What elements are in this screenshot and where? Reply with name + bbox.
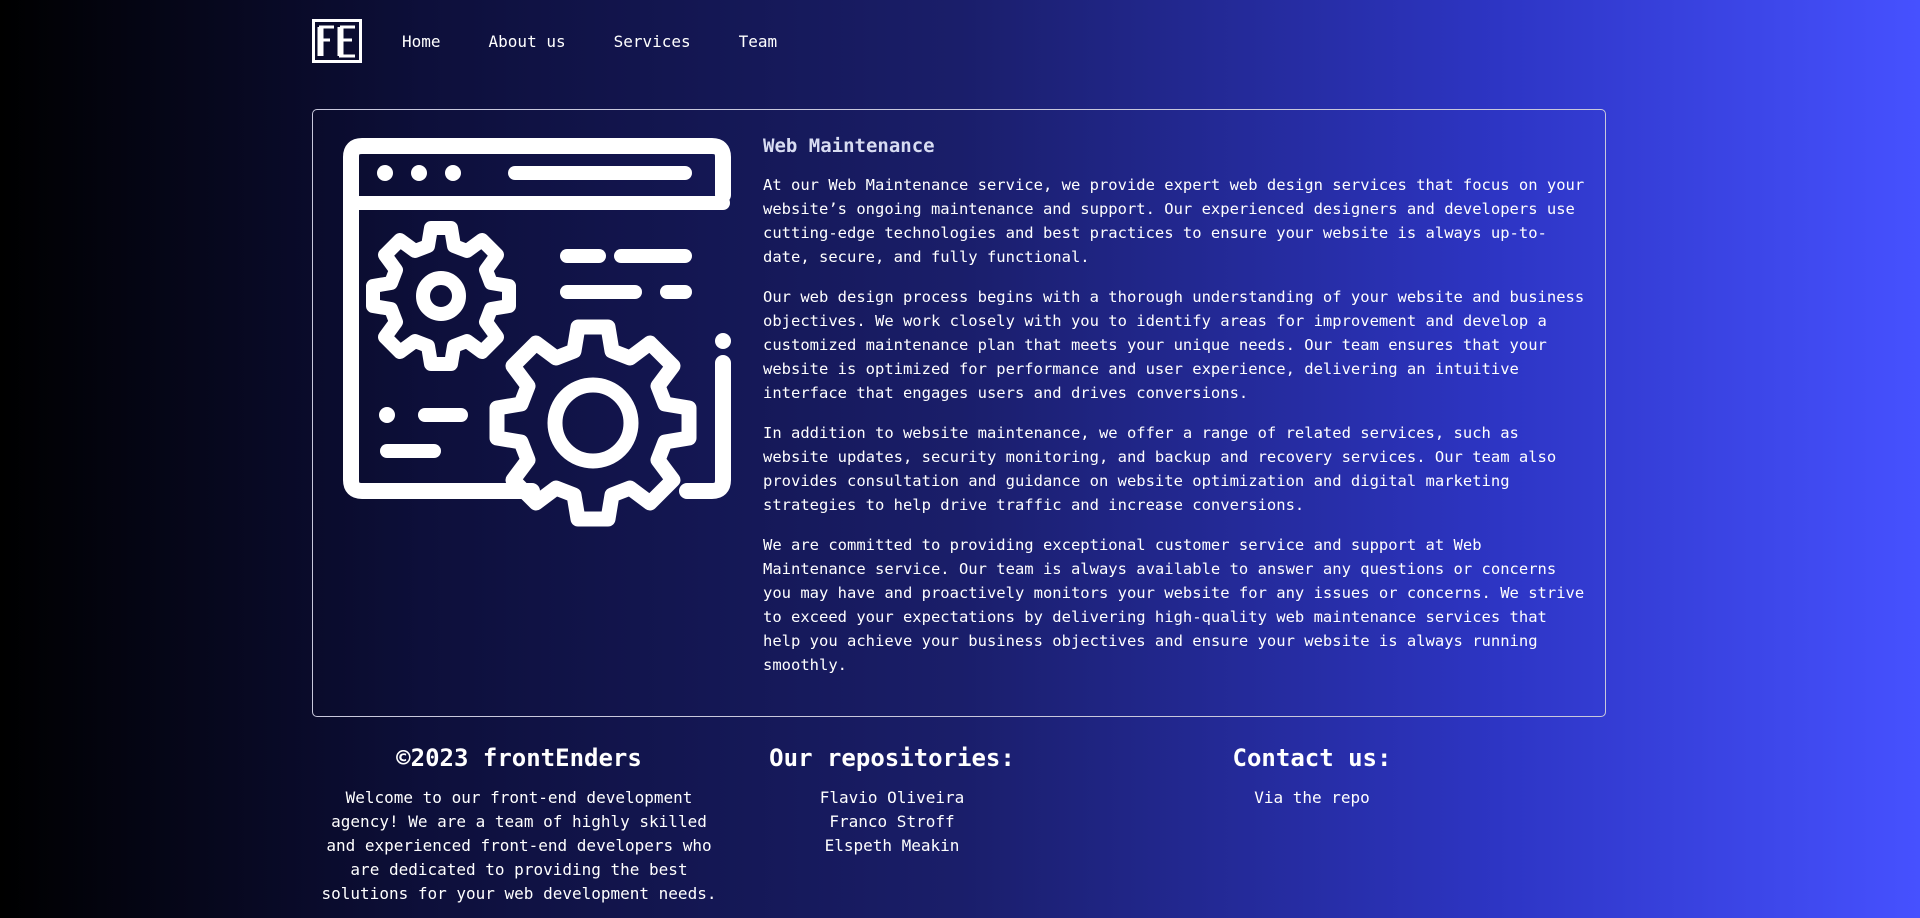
service-paragraph: At our Web Maintenance service, we provi… <box>763 176 1585 266</box>
web-maintenance-gear-icon <box>343 138 731 527</box>
service-card: Web Maintenance At our Web Maintenance s… <box>312 109 1606 717</box>
nav-link-home[interactable]: Home <box>402 32 441 51</box>
footer-contact-title: Contact us: <box>1232 744 1392 772</box>
service-title: Web Maintenance <box>763 135 935 157</box>
nav-link-services[interactable]: Services <box>614 32 691 51</box>
nav-link-about-us[interactable]: About us <box>489 32 566 51</box>
nav-link-team[interactable]: Team <box>739 32 778 51</box>
repo-link-flavio-oliveira[interactable]: Flavio Oliveira <box>760 786 1024 810</box>
footer-about-text: Welcome to our front-end development age… <box>321 788 717 903</box>
service-paragraph: In addition to website maintenance, we o… <box>763 424 1557 514</box>
repo-link-franco-stroff[interactable]: Franco Stroff <box>760 810 1024 834</box>
footer-repositories: Our repositories: Flavio Oliveira Franco… <box>760 738 1024 858</box>
frontenders-logo[interactable] <box>312 19 362 63</box>
service-paragraph: We are committed to providing exceptiona… <box>763 536 1585 674</box>
top-nav: Home About us Services Team <box>312 19 777 63</box>
service-description: Web Maintenance At our Web Maintenance s… <box>763 132 1587 693</box>
repo-link-elspeth-meakin[interactable]: Elspeth Meakin <box>760 834 1024 858</box>
footer-copyright-title: ©2023 frontEnders <box>396 744 642 772</box>
footer-repositories-title: Our repositories: <box>769 744 1015 772</box>
footer-contact: Contact us: Via the repo <box>1212 738 1412 810</box>
nav-links: Home About us Services Team <box>402 32 777 51</box>
contact-repo-link[interactable]: Via the repo <box>1212 786 1412 810</box>
footer-about: ©2023 frontEnders Welcome to our front-e… <box>312 738 726 906</box>
service-paragraph: Our web design process begins with a tho… <box>763 288 1585 402</box>
